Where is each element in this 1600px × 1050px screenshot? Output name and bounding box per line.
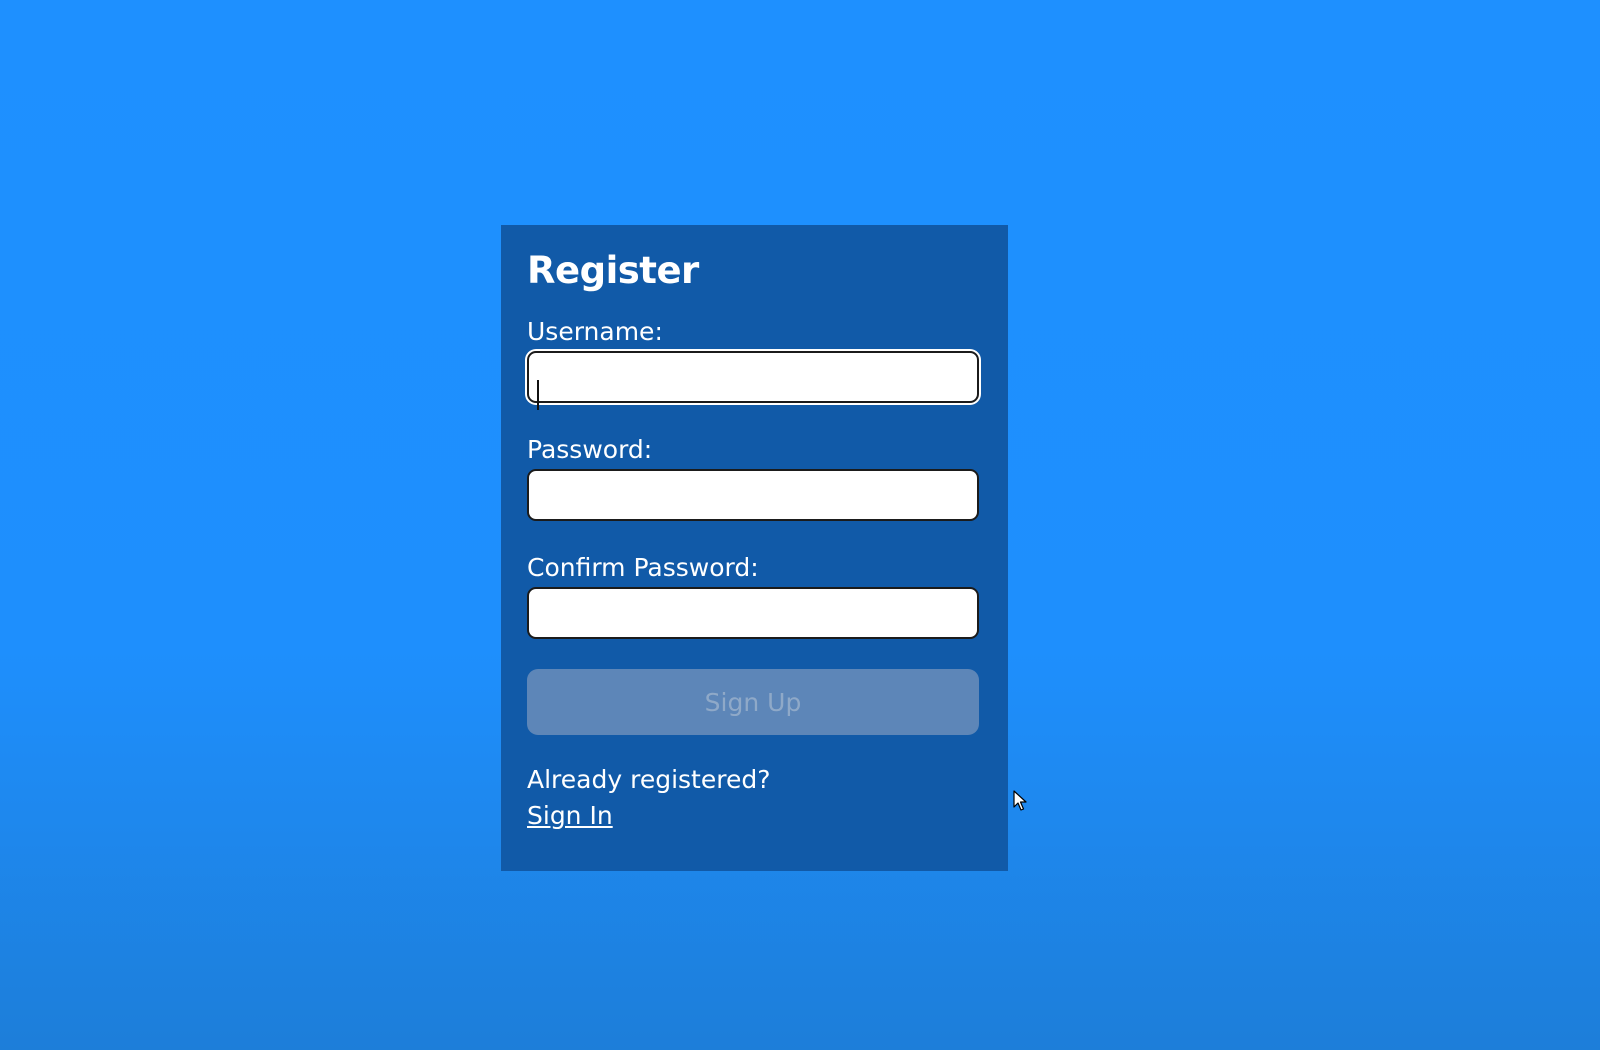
sign-up-button[interactable]: Sign Up [527,669,979,735]
username-input[interactable] [527,351,979,403]
confirm-password-input[interactable] [527,587,979,639]
mouse-pointer-icon [1013,790,1027,811]
text-caret [537,380,539,410]
sign-in-link[interactable]: Sign In [527,801,613,831]
username-label: Username: [527,317,663,346]
already-registered-text: Already registered? [527,765,771,794]
password-input[interactable] [527,469,979,521]
confirm-password-label: Confirm Password: [527,553,759,582]
form-title: Register [527,249,699,292]
password-label: Password: [527,435,653,464]
register-form: Register Username: Password: Confirm Pas… [501,225,1008,871]
